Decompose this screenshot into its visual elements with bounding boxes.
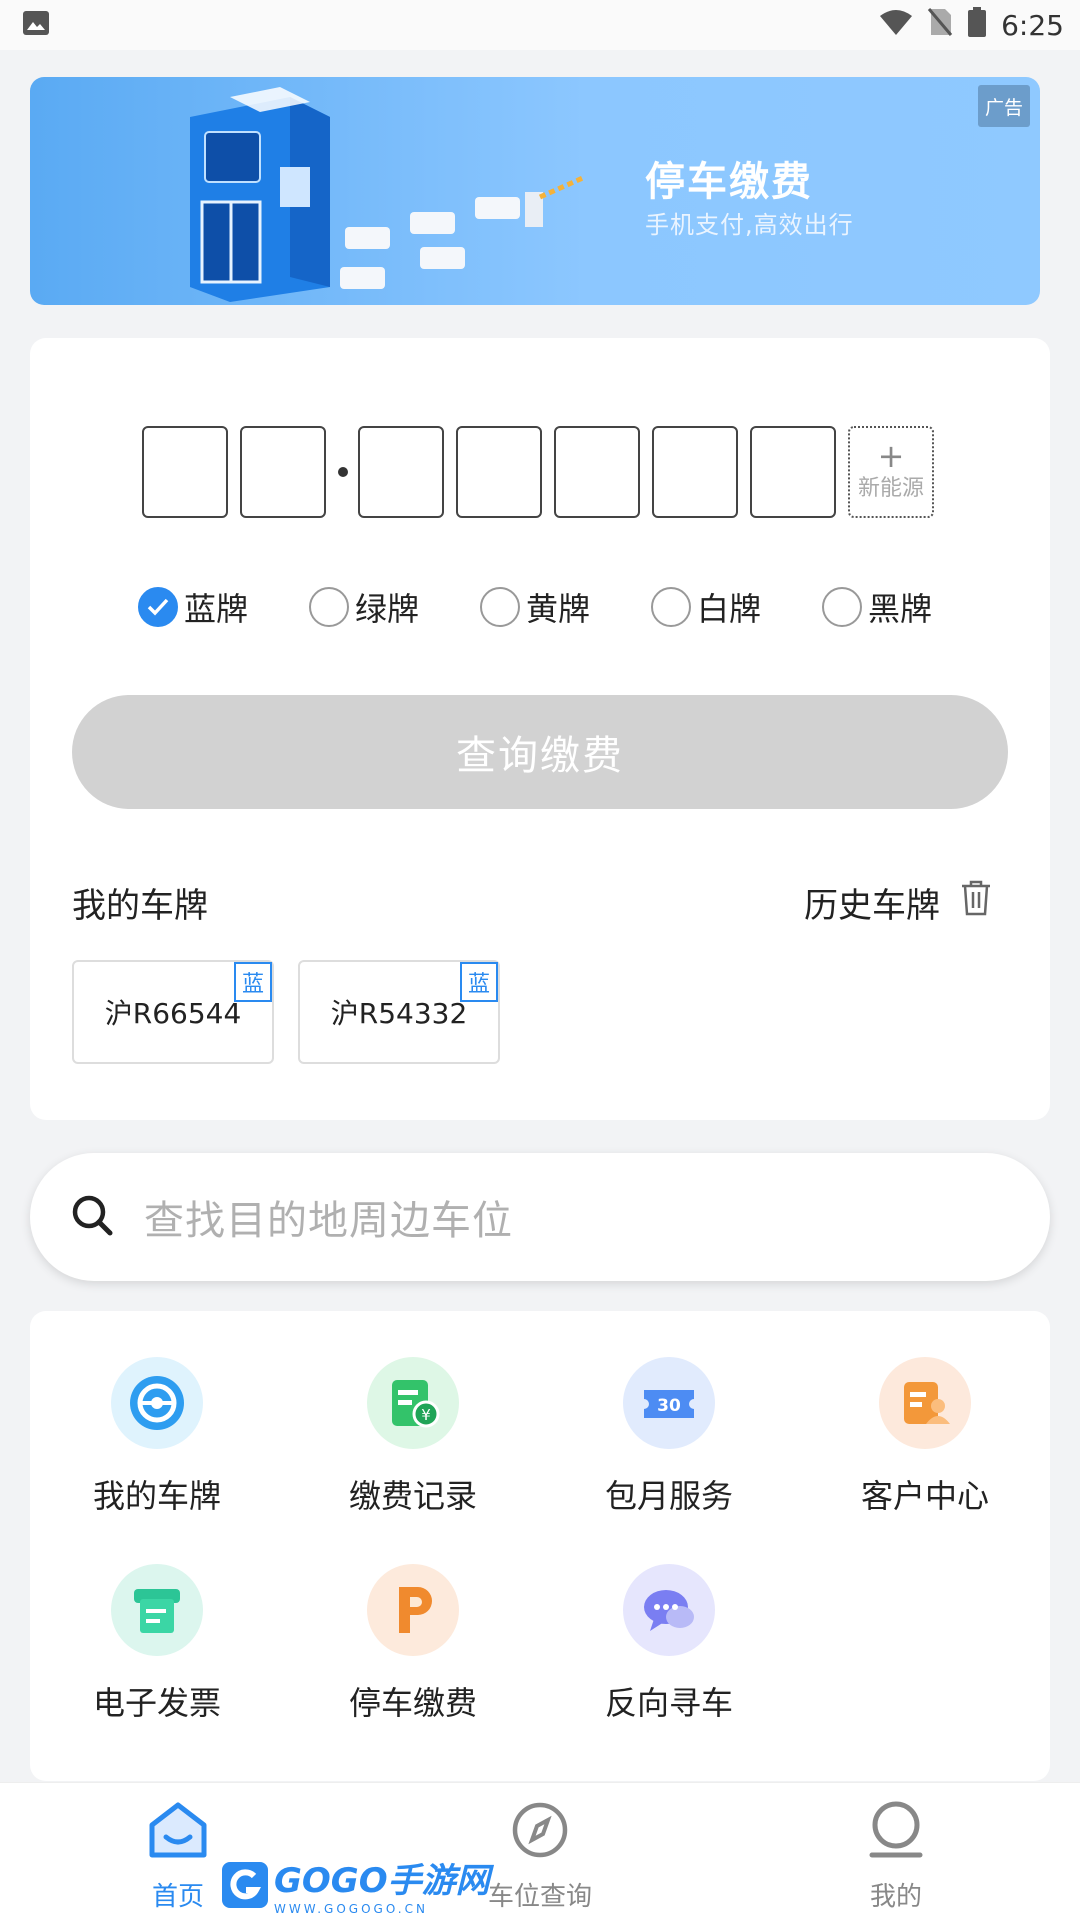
home-icon xyxy=(146,1801,210,1866)
plate-color-label: 黄牌 xyxy=(526,590,591,628)
status-time: 6:25 xyxy=(1001,8,1064,42)
plate-char-box-2[interactable] xyxy=(240,426,326,518)
tab-home[interactable]: 首页 xyxy=(146,1801,210,1913)
service-payment-records[interactable]: ¥ 缴费记录 xyxy=(313,1357,513,1517)
monthly-ticket-icon: 30 xyxy=(623,1357,715,1449)
radio-icon[interactable] xyxy=(651,587,691,627)
plate-color-tag: 蓝 xyxy=(460,962,498,1002)
history-plates-label: 历史车牌 xyxy=(804,886,940,926)
image-notification-icon xyxy=(22,10,50,40)
plus-icon: + xyxy=(877,437,905,475)
wifi-icon xyxy=(879,8,913,43)
new-energy-label: 新能源 xyxy=(857,476,924,501)
svg-text:¥: ¥ xyxy=(421,1406,431,1424)
saved-plate-number: 沪R66544 xyxy=(104,997,242,1030)
no-sim-icon xyxy=(927,7,953,44)
saved-plate-chip[interactable]: 沪R54332 蓝 xyxy=(298,960,500,1064)
bottom-tab-bar: 首页 车位查询 我的 GOGO手游网 WWW.GOGOGO.CN xyxy=(0,1782,1080,1920)
service-parking-payment[interactable]: 停车缴费 xyxy=(313,1564,513,1724)
ad-badge: 广告 xyxy=(978,85,1030,127)
profile-icon xyxy=(868,1801,924,1866)
payment-record-icon: ¥ xyxy=(367,1357,459,1449)
history-plates[interactable]: 历史车牌 xyxy=(804,878,992,927)
plate-char-box-4[interactable] xyxy=(456,426,542,518)
plate-color-black[interactable]: 黑牌 xyxy=(822,584,993,630)
watermark-text: GOGO手游网 xyxy=(274,1861,490,1901)
tab-label: 车位查询 xyxy=(488,1882,593,1912)
tab-label: 我的 xyxy=(869,1882,922,1912)
tab-label: 首页 xyxy=(151,1882,204,1912)
service-reverse-car-search[interactable]: 反向寻车 xyxy=(569,1564,769,1724)
service-label: 缴费记录 xyxy=(348,1477,477,1515)
plate-char-box-5[interactable] xyxy=(554,426,640,518)
tab-profile[interactable]: 我的 xyxy=(868,1801,924,1913)
banner-ad[interactable]: 广告 停车缴费 手机支付,高效出行 xyxy=(30,77,1040,305)
invoice-icon xyxy=(111,1564,203,1656)
service-label: 客户中心 xyxy=(860,1477,989,1515)
services-grid: 我的车牌 ¥ 缴费记录 30 包月服务 客户中心 电子发票 停车缴费 反向寻车 xyxy=(30,1311,1050,1781)
parking-p-icon xyxy=(367,1564,459,1656)
plate-color-label: 绿牌 xyxy=(355,590,420,628)
plate-input-boxes: + 新能源 xyxy=(142,426,934,518)
saved-plates-list: 沪R66544 蓝 沪R54332 蓝 xyxy=(72,960,500,1064)
plate-char-box-3[interactable] xyxy=(358,426,444,518)
search-placeholder: 查找目的地周边车位 xyxy=(144,1198,513,1244)
trash-icon[interactable] xyxy=(960,880,992,925)
customer-center-icon xyxy=(879,1357,971,1449)
new-energy-box[interactable]: + 新能源 xyxy=(848,426,934,518)
service-e-invoice[interactable]: 电子发票 xyxy=(57,1564,257,1724)
compass-icon xyxy=(510,1801,570,1866)
plate-separator-dot xyxy=(338,467,348,477)
banner-subtitle: 手机支付,高效出行 xyxy=(645,211,854,239)
plate-color-label: 蓝牌 xyxy=(184,590,249,628)
banner-title: 停车缴费 xyxy=(645,159,813,205)
plate-query-card: + 新能源 蓝牌 绿牌 黄牌 白牌 黑牌 查询缴费 我的车牌 历史车牌 沪R66… xyxy=(30,338,1050,1120)
plate-char-box-1[interactable] xyxy=(142,426,228,518)
search-icon xyxy=(70,1193,114,1241)
watermark-g-icon xyxy=(222,1861,268,1908)
plate-color-tag: 蓝 xyxy=(234,962,272,1002)
svg-text:30: 30 xyxy=(657,1396,681,1416)
service-label: 反向寻车 xyxy=(604,1684,733,1722)
plate-color-label: 白牌 xyxy=(697,590,762,628)
chat-bubble-icon xyxy=(623,1564,715,1656)
checked-radio-icon[interactable] xyxy=(138,587,178,627)
saved-plate-number: 沪R54332 xyxy=(330,997,468,1030)
watermark-url: WWW.GOGOGO.CN xyxy=(274,1902,428,1916)
steering-wheel-icon xyxy=(111,1357,203,1449)
watermark-logo: GOGO手游网 WWW.GOGOGO.CN xyxy=(220,1853,490,1916)
service-label: 电子发票 xyxy=(92,1684,221,1722)
service-label: 包月服务 xyxy=(604,1477,733,1515)
battery-icon xyxy=(967,6,987,44)
status-bar: 6:25 xyxy=(0,0,1080,50)
service-customer-center[interactable]: 客户中心 xyxy=(825,1357,1025,1517)
destination-search-bar[interactable]: 查找目的地周边车位 xyxy=(30,1153,1050,1281)
my-plates-title: 我的车牌 xyxy=(72,886,208,926)
plate-color-blue[interactable]: 蓝牌 xyxy=(138,584,309,630)
radio-icon[interactable] xyxy=(309,587,349,627)
saved-plate-chip[interactable]: 沪R66544 蓝 xyxy=(72,960,274,1064)
query-payment-button[interactable]: 查询缴费 xyxy=(72,695,1008,809)
plate-color-label: 黑牌 xyxy=(868,590,933,628)
service-label: 停车缴费 xyxy=(348,1684,477,1722)
radio-icon[interactable] xyxy=(822,587,862,627)
tab-parking-search[interactable]: 车位查询 xyxy=(488,1801,592,1913)
plate-char-box-7[interactable] xyxy=(750,426,836,518)
plate-char-box-6[interactable] xyxy=(652,426,738,518)
plate-color-green[interactable]: 绿牌 xyxy=(309,584,480,630)
plate-color-yellow[interactable]: 黄牌 xyxy=(480,584,651,630)
service-monthly[interactable]: 30 包月服务 xyxy=(569,1357,769,1517)
plate-color-options: 蓝牌 绿牌 黄牌 白牌 黑牌 xyxy=(138,584,993,630)
radio-icon[interactable] xyxy=(480,587,520,627)
plate-color-white[interactable]: 白牌 xyxy=(651,584,822,630)
service-my-plates[interactable]: 我的车牌 xyxy=(57,1357,257,1517)
parking-illustration-icon xyxy=(190,87,587,302)
service-label: 我的车牌 xyxy=(92,1477,221,1515)
